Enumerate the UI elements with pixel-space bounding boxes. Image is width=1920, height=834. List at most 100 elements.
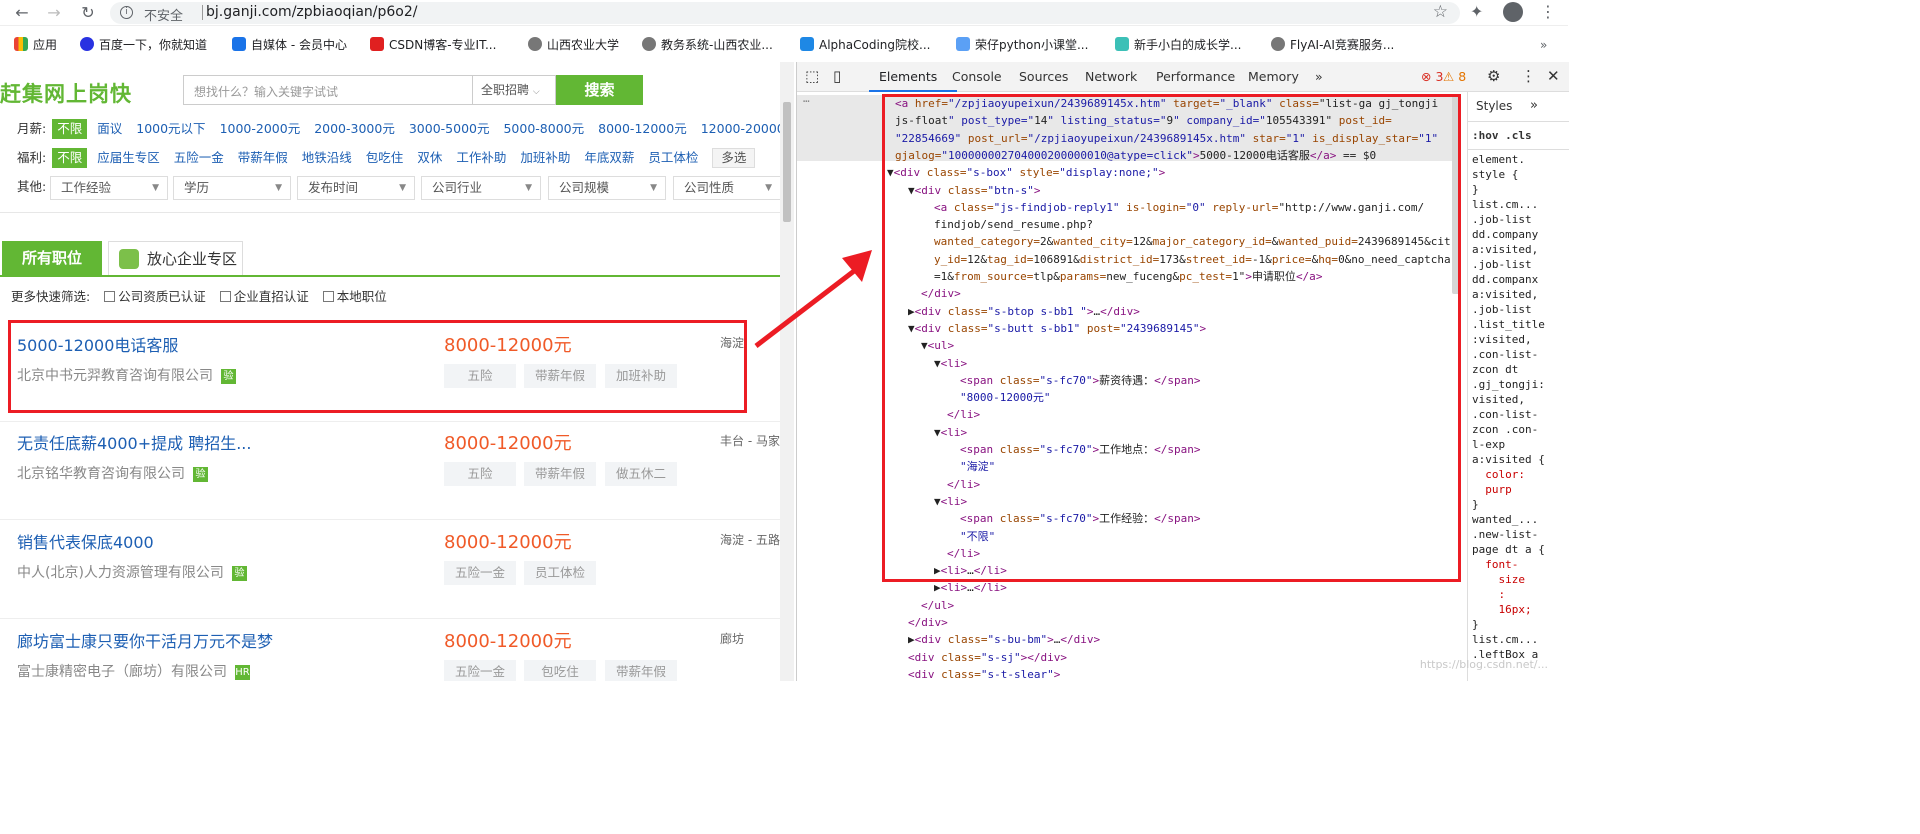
salary-option[interactable]: 5000-8000元: [503, 121, 584, 136]
device-toggle-icon[interactable]: ▯: [833, 67, 841, 85]
multi-select-button[interactable]: 多选: [712, 148, 756, 168]
publish-time-dropdown[interactable]: 发布时间 ▼: [297, 176, 415, 200]
page-scrollbar[interactable]: [780, 62, 794, 681]
forward-icon[interactable]: →: [44, 3, 64, 23]
bookmark-apps[interactable]: 应用: [14, 36, 57, 54]
tab-memory[interactable]: Memory: [1248, 69, 1299, 84]
salary-option[interactable]: 8000-12000元: [598, 121, 687, 136]
welfare-option[interactable]: 应届生专区: [97, 150, 160, 165]
checkbox[interactable]: [219, 291, 231, 302]
bookmarks-overflow-icon[interactable]: »: [1540, 36, 1547, 54]
search-scope-label: 全职招聘: [481, 83, 530, 97]
welfare-option[interactable]: 加班补助: [520, 150, 570, 165]
more-tabs-icon[interactable]: »: [1315, 69, 1323, 84]
company-type-dropdown[interactable]: 公司性质 ▼: [673, 176, 780, 200]
tab-console[interactable]: Console: [952, 69, 1002, 84]
company-name[interactable]: 中人(北京)人力资源管理有限公司验: [17, 562, 247, 582]
back-icon[interactable]: ←: [12, 3, 32, 23]
tab-network[interactable]: Network: [1085, 69, 1137, 84]
bookmark-xinshou[interactable]: 新手小白的成长学...: [1115, 36, 1241, 54]
salary-option[interactable]: 2000-3000元: [314, 121, 395, 136]
settings-gear-icon[interactable]: ⚙: [1487, 67, 1500, 85]
tab-elements[interactable]: Elements: [879, 69, 937, 84]
caret-down-icon: ▼: [275, 183, 282, 193]
job-title[interactable]: 廊坊富士康只要你干活月万元不是梦: [17, 628, 273, 652]
tab-styles[interactable]: Styles: [1476, 99, 1512, 114]
url-text[interactable]: bj.ganji.com/zpbiaoqian/p6o2/: [206, 4, 418, 20]
welfare-option[interactable]: 地铁沿线: [302, 150, 352, 165]
dropdown-label: 发布时间: [308, 180, 359, 195]
tab-performance[interactable]: Performance: [1156, 69, 1235, 84]
extensions-icon[interactable]: ✦: [1470, 2, 1483, 21]
bookmark-alphacoding[interactable]: AlphaCoding院校...: [800, 36, 930, 54]
salary-option[interactable]: 1000-2000元: [220, 121, 301, 136]
bookmark-flyai[interactable]: FlyAI-AI竞赛服务...: [1271, 36, 1394, 54]
welfare-option[interactable]: 双休: [417, 150, 442, 165]
welfare-option[interactable]: 五险一金: [174, 150, 224, 165]
dom-node-line[interactable]: <div class="s-t-slear">: [908, 666, 1060, 681]
welfare-option[interactable]: 工作补助: [456, 150, 506, 165]
warning-count[interactable]: ⚠ 8: [1443, 69, 1466, 84]
checkbox[interactable]: [104, 291, 116, 302]
dom-node-line[interactable]: </ul>: [921, 597, 954, 614]
url-bar[interactable]: i 不安全 bj.ganji.com/zpbiaoqian/p6o2/ ☆: [110, 2, 1460, 24]
tab-sources[interactable]: Sources: [1019, 69, 1068, 84]
bookmark-jiaowu[interactable]: 教务系统-山西农业...: [642, 36, 773, 54]
company-name[interactable]: 富士康精密电子（廊坊）有限公司 HR: [17, 661, 250, 681]
bookmark-rongzai[interactable]: 荣仔python小课堂...: [956, 36, 1088, 54]
dom-node-line[interactable]: <div class="s-sj"></div>: [908, 649, 1067, 666]
bookmark-baidu[interactable]: 百度一下，你就知道: [80, 36, 207, 54]
job-list-item[interactable]: 无责任底薪4000+提成 聘招生... 北京铭华教育咨询有限公司验 8000-1…: [0, 422, 780, 520]
welfare-option[interactable]: 员工体检: [648, 150, 698, 165]
checkbox[interactable]: [322, 291, 334, 302]
tab-all-jobs[interactable]: 所有职位: [2, 241, 102, 276]
salary-option[interactable]: 1000元以下: [136, 121, 205, 136]
search-input[interactable]: 想找什么？输入关键字试试: [183, 75, 473, 105]
welfare-option[interactable]: 包吃住: [366, 150, 404, 165]
search-button[interactable]: 搜索: [556, 75, 643, 105]
job-title[interactable]: 无责任底薪4000+提成 聘招生...: [17, 430, 251, 454]
style-rule-line: list.cm...: [1472, 198, 1539, 211]
salary-unlimited[interactable]: 不限: [52, 119, 88, 139]
styles-more-icon[interactable]: »: [1530, 98, 1538, 113]
welfare-unlimited[interactable]: 不限: [52, 148, 88, 168]
salary-option[interactable]: 12000-20000元: [701, 121, 780, 136]
experience-dropdown[interactable]: 工作经验 ▼: [50, 176, 168, 200]
inspect-element-icon[interactable]: ⬚: [805, 67, 819, 85]
styles-filter[interactable]: :hov .cls: [1468, 122, 1569, 150]
bookmark-star-icon[interactable]: ☆: [1433, 2, 1448, 22]
tab-label: 放心企业专区: [147, 250, 238, 268]
job-list-item[interactable]: 销售代表保底4000 中人(北京)人力资源管理有限公司验 8000-12000元…: [0, 521, 780, 619]
info-icon[interactable]: i: [120, 6, 133, 19]
company-size-dropdown[interactable]: 公司规模 ▼: [548, 176, 666, 200]
industry-dropdown[interactable]: 公司行业 ▼: [421, 176, 541, 200]
scrollbar-thumb[interactable]: [783, 102, 791, 222]
more-menu-icon[interactable]: ⋮: [1540, 2, 1556, 21]
quick-filter-local[interactable]: 本地职位: [322, 289, 387, 304]
dom-node-line[interactable]: </div>: [908, 614, 948, 631]
ellipsis-icon[interactable]: …: [803, 92, 810, 107]
tab-trusted-companies[interactable]: 放心企业专区: [108, 241, 243, 276]
profile-avatar[interactable]: [1503, 2, 1523, 22]
quick-filter-direct[interactable]: 企业直招认证: [219, 289, 309, 304]
bookmark-sxau[interactable]: 山西农业大学: [528, 36, 619, 54]
welfare-option[interactable]: 年底双薪: [584, 150, 634, 165]
error-count[interactable]: ⊗ 3: [1421, 69, 1443, 84]
site-logo[interactable]: 赶集网上岗快: [0, 78, 132, 108]
close-icon[interactable]: ✕: [1547, 67, 1560, 85]
salary-option[interactable]: 3000-5000元: [409, 121, 490, 136]
dom-node-line[interactable]: ▶<div class="s-bu-bm">…</div>: [908, 631, 1100, 648]
education-dropdown[interactable]: 学历 ▼: [173, 176, 291, 200]
quick-filter-verified[interactable]: 公司资质已认证: [104, 289, 206, 304]
devtools-more-icon[interactable]: ⋮: [1521, 67, 1536, 85]
company-name[interactable]: 北京铭华教育咨询有限公司验: [17, 463, 208, 483]
style-rule-line: a:visited,: [1472, 243, 1539, 256]
job-list-item[interactable]: 廊坊富士康只要你干活月万元不是梦 富士康精密电子（廊坊）有限公司 HR 8000-…: [0, 620, 780, 681]
search-scope-select[interactable]: 全职招聘 ⌵: [472, 75, 556, 105]
welfare-option[interactable]: 带薪年假: [238, 150, 288, 165]
bookmark-csdn[interactable]: CSDN博客-专业IT...: [370, 36, 496, 54]
salary-option[interactable]: 面议: [97, 121, 122, 136]
bookmark-zimeiti[interactable]: 自媒体 - 会员中心: [232, 36, 347, 54]
reload-icon[interactable]: ↻: [78, 3, 98, 23]
job-title[interactable]: 销售代表保底4000: [17, 529, 154, 553]
